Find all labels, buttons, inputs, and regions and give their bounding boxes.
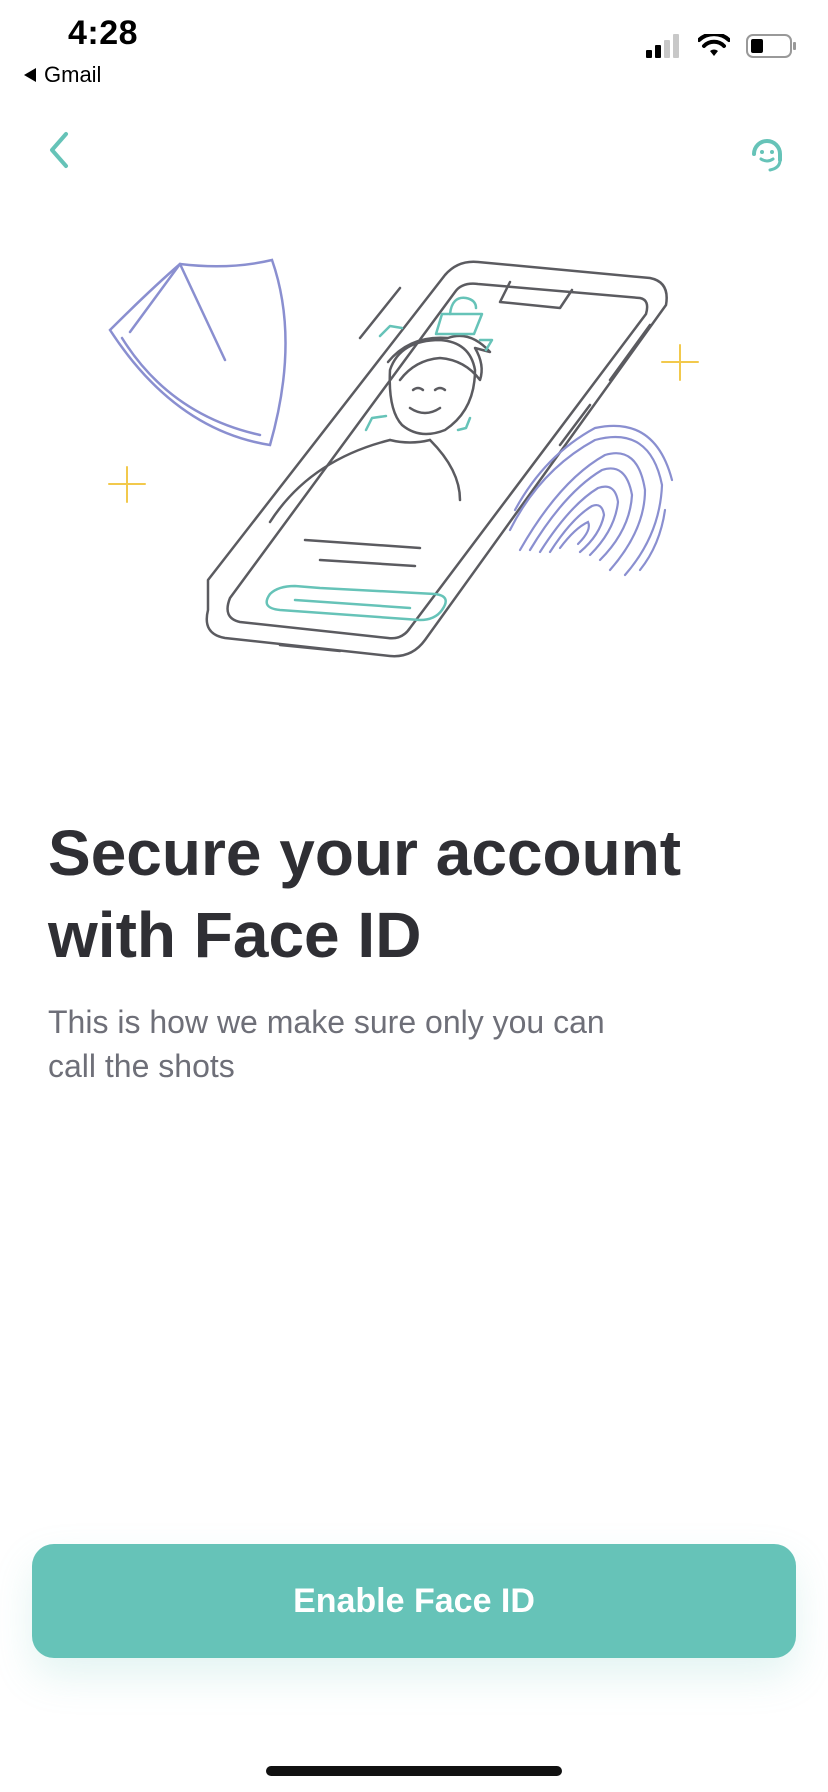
battery-icon (746, 34, 796, 58)
sparkle-icon (108, 344, 699, 503)
fingerprint-icon (508, 424, 674, 577)
chevron-left-icon[interactable] (40, 128, 80, 172)
cellular-signal-icon (646, 34, 679, 58)
status-bar: 4:28 Gmail (0, 0, 828, 100)
home-indicator[interactable] (266, 1766, 562, 1776)
page-subtitle: This is how we make sure only you can ca… (48, 1004, 605, 1084)
back-to-app-link[interactable]: Gmail (24, 62, 101, 88)
wifi-icon (698, 34, 730, 56)
face-id-illustration (108, 258, 699, 658)
status-time: 4:28 (68, 14, 139, 52)
back-triangle-icon (24, 68, 36, 82)
enable-face-id-button[interactable]: Enable Face ID (32, 1544, 796, 1658)
customer-support-icon[interactable] (744, 130, 790, 176)
shield-icon (108, 258, 287, 447)
page-title: Secure your account with Face ID (48, 817, 682, 971)
back-app-label: Gmail (44, 62, 102, 87)
status-icons (646, 34, 798, 58)
